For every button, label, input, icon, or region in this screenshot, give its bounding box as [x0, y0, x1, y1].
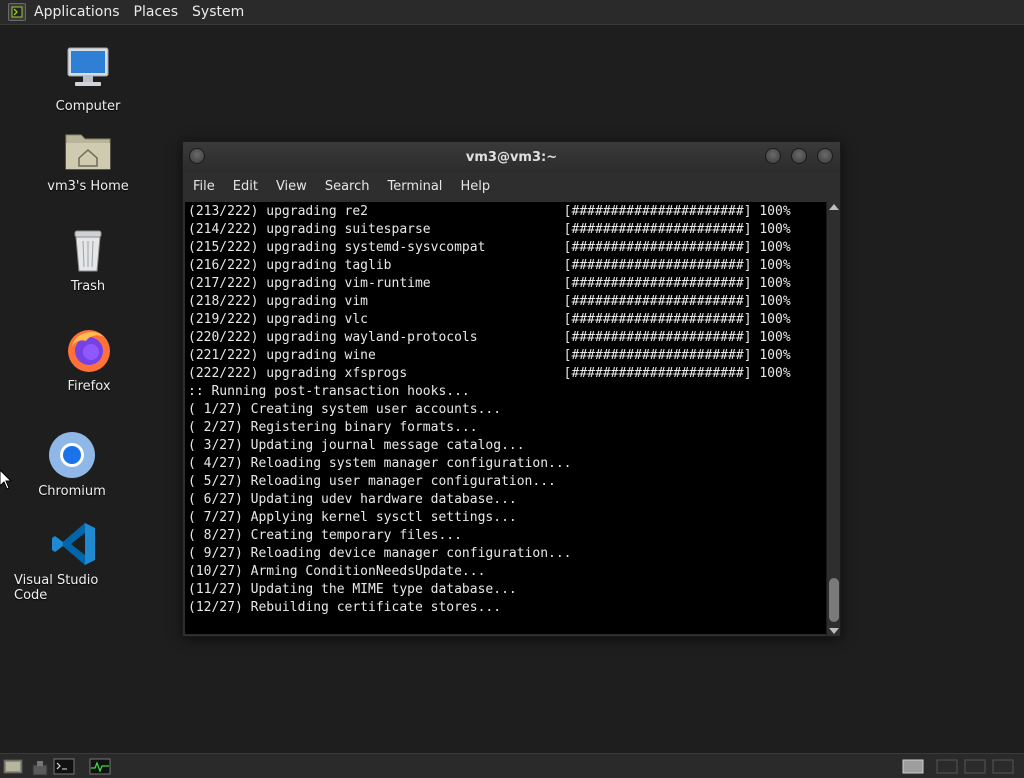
terminal-line: (12/27) Rebuilding certificate stores...	[188, 600, 502, 615]
terminal-titlebar[interactable]: vm3@vm3:~	[183, 142, 840, 172]
menu-file[interactable]: File	[193, 179, 215, 194]
menu-terminal[interactable]: Terminal	[387, 179, 442, 194]
desktop-icon-computer[interactable]: Computer	[28, 45, 148, 114]
terminal-line: ( 2/27) Registering binary formats...	[188, 420, 478, 435]
desktop-icon-label: Firefox	[67, 379, 111, 394]
file-manager-launcher-icon[interactable]	[30, 757, 50, 776]
terminal-line: (11/27) Updating the MIME type database.…	[188, 582, 517, 597]
workspace-switcher-2[interactable]	[936, 757, 958, 776]
terminal-line: (222/222) upgrading xfsprogs [##########…	[188, 366, 791, 381]
terminal-line: ( 1/27) Creating system user accounts...	[188, 402, 502, 417]
bottom-panel	[0, 753, 1024, 778]
scrollbar-thumb[interactable]	[829, 578, 839, 622]
minimize-button[interactable]	[765, 148, 781, 164]
desktop-icon-label: vm3's Home	[47, 179, 129, 194]
firefox-icon	[68, 330, 110, 372]
close-button[interactable]	[817, 148, 833, 164]
system-monitor-launcher-icon[interactable]	[89, 757, 111, 776]
terminal-output[interactable]: (213/222) upgrading re2 [###############…	[185, 202, 826, 634]
terminal-line: ( 8/27) Creating temporary files...	[188, 528, 462, 543]
terminal-line: ( 4/27) Reloading system manager configu…	[188, 456, 572, 471]
terminal-window[interactable]: vm3@vm3:~ File Edit View Search Terminal…	[182, 141, 841, 637]
terminal-line: ( 6/27) Updating udev hardware database.…	[188, 492, 517, 507]
desktop-icon-label: Visual Studio Code	[14, 573, 99, 603]
terminal-line: (218/222) upgrading vim [###############…	[188, 294, 791, 309]
terminal-line: (221/222) upgrading wine [##############…	[188, 348, 791, 363]
window-menu-button[interactable]	[189, 148, 205, 164]
desktop-icon-label: Chromium	[38, 484, 106, 499]
terminal-line: (220/222) upgrading wayland-protocols [#…	[188, 330, 791, 345]
workspace-switcher-3[interactable]	[964, 757, 986, 776]
terminal-line: :: Running post-transaction hooks...	[188, 384, 470, 399]
trash-icon	[74, 230, 102, 272]
terminal-line: (213/222) upgrading re2 [###############…	[188, 204, 791, 219]
terminal-launcher-icon[interactable]	[53, 757, 75, 776]
desktop-icon-firefox[interactable]: Firefox	[29, 325, 149, 394]
terminal-line: (216/222) upgrading taglib [############…	[188, 258, 791, 273]
scroll-down-arrow-icon[interactable]	[829, 628, 839, 634]
terminal-scrollbar[interactable]	[826, 202, 840, 636]
system-menu[interactable]: System	[192, 4, 244, 20]
menu-view[interactable]: View	[276, 179, 307, 194]
terminal-line: (217/222) upgrading vim-runtime [#######…	[188, 276, 791, 291]
show-desktop-icon[interactable]	[2, 757, 24, 776]
menu-edit[interactable]: Edit	[233, 179, 258, 194]
home-folder-icon	[65, 134, 111, 170]
terminal-line: (215/222) upgrading systemd-sysvcompat […	[188, 240, 791, 255]
menu-search[interactable]: Search	[325, 179, 370, 194]
desktop-icon-label: Trash	[70, 279, 106, 294]
applications-menu[interactable]: Applications	[34, 4, 120, 20]
terminal-line: ( 3/27) Updating journal message catalog…	[188, 438, 525, 453]
terminal-line: (10/27) Arming ConditionNeedsUpdate...	[188, 564, 486, 579]
chromium-icon	[49, 432, 95, 478]
terminal-line: ( 9/27) Reloading device manager configu…	[188, 546, 572, 561]
main-menu-logo-icon[interactable]	[8, 3, 26, 21]
terminal-line: ( 5/27) Reloading user manager configura…	[188, 474, 556, 489]
desktop-icon-label: Computer	[55, 99, 121, 114]
computer-icon	[67, 47, 109, 86]
terminal-menubar: File Edit View Search Terminal Help	[183, 172, 840, 200]
desktop-icon-trash[interactable]: Trash	[28, 225, 148, 294]
scroll-up-arrow-icon[interactable]	[829, 204, 839, 210]
mouse-pointer-icon	[0, 470, 12, 490]
terminal-line: (219/222) upgrading vlc [###############…	[188, 312, 791, 327]
workspace-switcher-4[interactable]	[992, 757, 1014, 776]
terminal-line: ( 7/27) Applying kernel sysctl settings.…	[188, 510, 517, 525]
desktop-icon-vscode[interactable]: Visual Studio Code	[14, 519, 134, 603]
menu-help[interactable]: Help	[460, 179, 490, 194]
terminal-title: vm3@vm3:~	[465, 149, 558, 165]
terminal-text: (213/222) upgrading re2 [###############…	[185, 202, 826, 617]
places-menu[interactable]: Places	[134, 4, 179, 20]
maximize-button[interactable]	[791, 148, 807, 164]
workspace-switcher-active[interactable]	[902, 757, 924, 776]
vscode-icon	[52, 523, 95, 565]
top-panel: Applications Places System	[0, 0, 1024, 25]
desktop-icon-chromium[interactable]: Chromium	[12, 430, 132, 499]
desktop-icon-home[interactable]: vm3's Home	[28, 125, 148, 194]
terminal-line: (214/222) upgrading suitesparse [#######…	[188, 222, 791, 237]
